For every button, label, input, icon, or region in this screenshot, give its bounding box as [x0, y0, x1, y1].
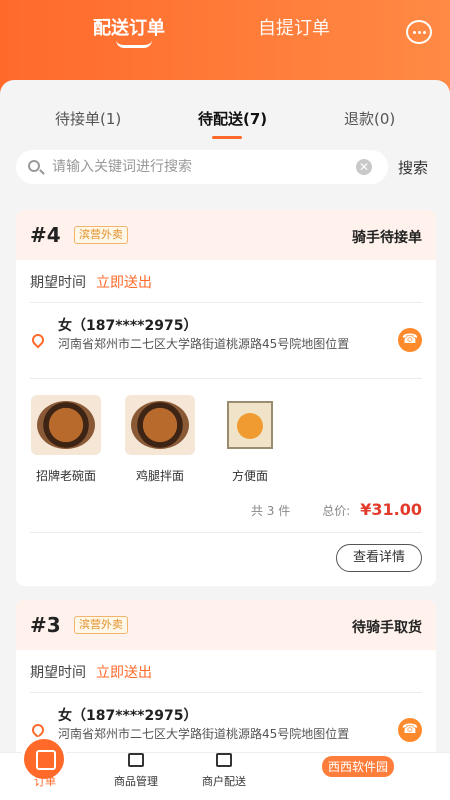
status-tabs: 待接单(1) 待配送(7) 退款(0): [0, 108, 450, 139]
item-name: 方便面: [231, 469, 268, 483]
item-name: 招牌老碗面: [35, 469, 96, 483]
expected-time-value: 立即送出: [96, 665, 152, 681]
location-pin-icon: [29, 331, 47, 349]
expected-time-value: 立即送出: [96, 275, 152, 291]
order-card[interactable]: #4 滨营外卖 骑手待接单 期望时间 立即送出 女（187****2975） 河南…: [16, 210, 436, 586]
tab-refund[interactable]: 退款(0): [344, 108, 395, 129]
tab-delivery-orders[interactable]: 配送订单: [93, 14, 165, 40]
order-item: 方便面: [212, 395, 288, 484]
food-image: [125, 395, 195, 455]
shopping-bag-icon: [128, 753, 144, 767]
customer-name: 女（187****2975）: [58, 318, 198, 334]
order-source-tag: 滨营外卖: [74, 616, 128, 634]
search-icon: [28, 160, 40, 172]
item-name: 鸡腿拌面: [135, 469, 184, 483]
nav-merchant-delivery[interactable]: 商户配送: [202, 773, 246, 789]
location-pin-icon: [29, 721, 47, 739]
search-bar: ✕: [16, 150, 388, 184]
delivery-address: 河南省郑州市二七区大学路街道桃源路45号院地图位置: [58, 727, 350, 741]
tab-pickup-orders[interactable]: 自提订单: [258, 14, 330, 40]
food-image: [215, 395, 285, 455]
order-item: 鸡腿拌面: [122, 395, 198, 484]
divider: [30, 302, 422, 303]
view-details-button[interactable]: 查看详情: [336, 544, 422, 572]
nav-orders[interactable]: 订单: [34, 773, 56, 789]
order-card-header: #4 滨营外卖 骑手待接单: [16, 210, 436, 260]
store-icon: [216, 753, 232, 767]
clear-icon[interactable]: ✕: [356, 159, 372, 175]
tab-pending-delivery[interactable]: 待配送(7): [198, 108, 267, 129]
chat-icon[interactable]: [406, 20, 432, 44]
item-count: 共 3 件: [250, 504, 291, 518]
total-label: 总价:: [322, 504, 351, 518]
food-image: [31, 395, 101, 455]
search-button[interactable]: 搜索: [398, 157, 428, 178]
divider: [30, 692, 422, 693]
expected-time: 期望时间 立即送出: [30, 272, 152, 292]
watermark-logo: 西西软件园: [322, 756, 395, 777]
phone-icon[interactable]: ☎: [398, 328, 422, 352]
order-source-tag: 滨营外卖: [74, 226, 128, 244]
status-tab-indicator: [212, 136, 242, 139]
order-number: #3: [30, 613, 61, 637]
active-tab-indicator: [116, 40, 152, 48]
delivery-address: 河南省郑州市二七区大学路街道桃源路45号院地图位置: [58, 337, 350, 351]
expected-time: 期望时间 立即送出: [30, 662, 152, 682]
order-item: 招牌老碗面: [28, 395, 104, 484]
order-status: 骑手待接单: [352, 230, 422, 246]
expected-time-label: 期望时间: [30, 275, 86, 291]
divider: [30, 532, 422, 533]
total-price: ¥31.00: [360, 500, 422, 519]
order-total: 共 3 件 总价: ¥31.00: [251, 500, 422, 519]
customer-name: 女（187****2975）: [58, 708, 198, 724]
phone-icon[interactable]: ☎: [398, 718, 422, 742]
order-card-header: #3 滨营外卖 待骑手取货: [16, 600, 436, 650]
tab-pending-accept[interactable]: 待接单(1): [55, 108, 121, 129]
expected-time-label: 期望时间: [30, 665, 86, 681]
nav-product-management[interactable]: 商品管理: [114, 773, 158, 789]
search-input[interactable]: [52, 150, 352, 184]
order-status: 待骑手取货: [352, 620, 422, 636]
divider: [30, 378, 422, 379]
order-number: #4: [30, 223, 61, 247]
